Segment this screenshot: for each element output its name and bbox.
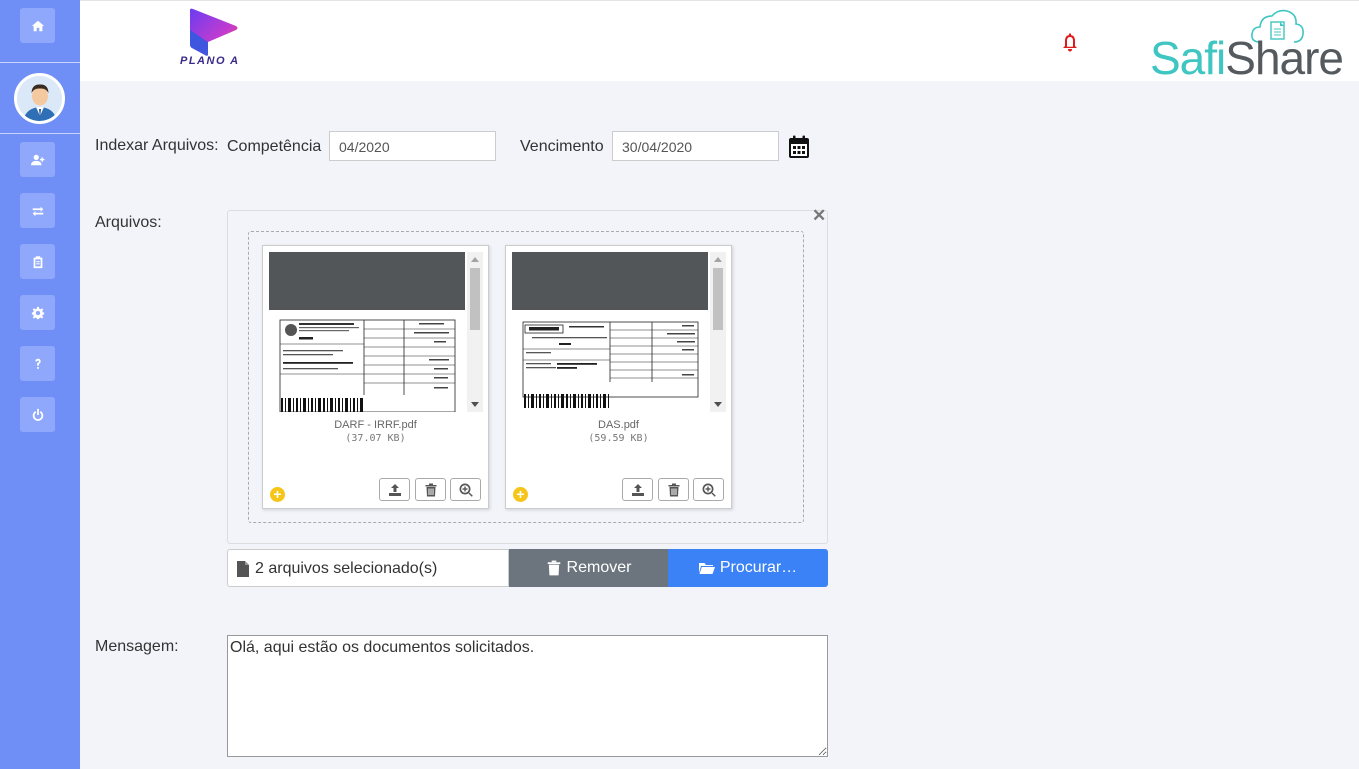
- clipboard-icon: [33, 255, 42, 268]
- trash-icon: [425, 483, 436, 496]
- sidebar-item-help[interactable]: [20, 346, 55, 381]
- vencimento-input[interactable]: 30/04/2020: [612, 131, 779, 161]
- browse-button[interactable]: Procurar…: [668, 549, 828, 587]
- add-icon[interactable]: +: [270, 487, 285, 502]
- exchange-icon: [32, 206, 43, 216]
- trash-icon: [547, 560, 560, 576]
- brand-left-text: PLANO A: [180, 55, 240, 67]
- home-icon: [31, 20, 44, 31]
- sidebar-divider: [0, 133, 80, 134]
- question-icon: [34, 358, 41, 369]
- user-plus-icon: [30, 154, 44, 165]
- file-icon: [237, 561, 249, 577]
- sidebar-item-add-user[interactable]: [20, 142, 55, 177]
- bell-icon[interactable]: [1060, 33, 1080, 53]
- trash-icon: [668, 483, 679, 496]
- folder-open-icon: [698, 563, 715, 574]
- home-button[interactable]: [20, 8, 55, 43]
- gear-icon: [31, 306, 44, 319]
- file-name: DAS.pdf: [598, 419, 639, 431]
- calendar-icon[interactable]: [788, 135, 810, 159]
- sidebar-item-clipboard[interactable]: [20, 244, 55, 279]
- brand-right-part1: Safi: [1150, 32, 1226, 84]
- delete-file-button[interactable]: [658, 478, 689, 501]
- safishare-logo: SafiShare: [1150, 31, 1344, 85]
- upload-file-button[interactable]: [379, 478, 410, 501]
- file-name: DARF - IRRF.pdf: [334, 419, 417, 431]
- darf-document-preview: [269, 310, 465, 412]
- power-icon: [32, 408, 43, 421]
- file-thumbnail: DARF - IRRF.pdf (37.07 KB) +: [262, 245, 489, 509]
- sidebar-item-transfer[interactable]: [20, 193, 55, 228]
- index-files-label: Indexar Arquivos:: [95, 137, 219, 154]
- message-textarea[interactable]: Olá, aqui estão os documentos solicitado…: [227, 635, 828, 757]
- preview-scrollbar[interactable]: [467, 252, 483, 412]
- delete-file-button[interactable]: [415, 478, 446, 501]
- zoom-file-button[interactable]: [450, 478, 481, 501]
- sidebar-divider: [0, 62, 80, 63]
- browse-label: Procurar…: [719, 559, 798, 576]
- file-thumbnail: DAS.pdf (59.59 KB) +: [505, 245, 732, 509]
- user-avatar-icon: [17, 76, 62, 121]
- close-icon[interactable]: ✕: [812, 206, 826, 226]
- zoom-file-button[interactable]: [693, 478, 724, 501]
- preview-scrollbar[interactable]: [710, 252, 726, 412]
- files-label: Arquivos:: [95, 214, 162, 231]
- selected-files-caption: 2 arquivos selecionado(s): [227, 549, 509, 587]
- zoom-in-icon: [459, 483, 473, 497]
- remove-button[interactable]: Remover: [509, 549, 668, 587]
- upload-icon: [631, 483, 644, 496]
- upload-file-button[interactable]: [622, 478, 653, 501]
- file-size: (37.07 KB): [345, 433, 406, 444]
- add-icon[interactable]: +: [513, 487, 528, 502]
- competencia-input[interactable]: 04/2020: [329, 131, 496, 161]
- upload-icon: [388, 483, 401, 496]
- selected-files-text: 2 arquivos selecionado(s): [255, 560, 438, 577]
- pdf-preview[interactable]: [269, 252, 483, 412]
- das-document-preview: [512, 310, 708, 412]
- remove-label: Remover: [566, 559, 632, 576]
- vencimento-label: Vencimento: [520, 138, 604, 155]
- sidebar-item-settings[interactable]: [20, 295, 55, 330]
- sidebar-item-logout[interactable]: [20, 397, 55, 432]
- file-size: (59.59 KB): [588, 433, 649, 444]
- message-label: Mensagem:: [95, 638, 179, 655]
- pdf-preview[interactable]: [512, 252, 726, 412]
- sidebar: [0, 0, 80, 769]
- avatar[interactable]: [14, 73, 65, 124]
- brand-right-part2: Share: [1225, 32, 1344, 84]
- competencia-label: Competência: [227, 138, 322, 155]
- zoom-in-icon: [702, 483, 716, 497]
- top-header: PLANO A SafiShare: [80, 0, 1359, 84]
